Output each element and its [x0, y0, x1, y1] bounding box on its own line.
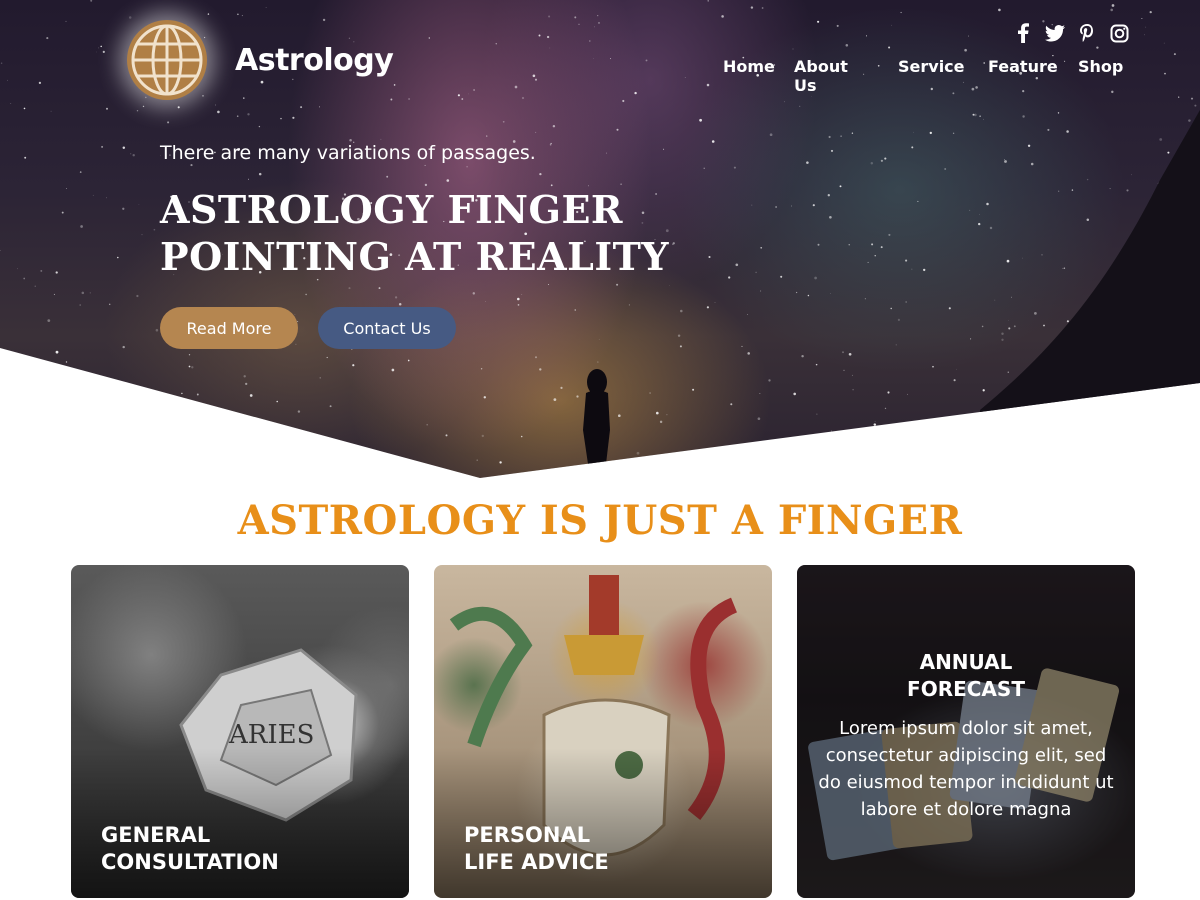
star	[968, 467, 970, 469]
star	[737, 446, 741, 450]
star	[115, 450, 118, 453]
star	[1127, 416, 1131, 419]
star	[1031, 437, 1034, 440]
star	[145, 425, 149, 429]
logo[interactable]: Astrology	[127, 20, 394, 100]
star	[1058, 412, 1062, 415]
star	[986, 438, 989, 441]
star	[830, 443, 832, 444]
star	[61, 368, 64, 371]
star	[1150, 432, 1153, 435]
brand-name: Astrology	[235, 42, 394, 78]
star	[253, 458, 254, 460]
card-title: Annual Forecast	[907, 650, 1025, 701]
card-general-consultation[interactable]: ARIES General Consultation	[71, 565, 409, 898]
star	[923, 460, 926, 463]
star	[263, 459, 266, 462]
facebook-icon[interactable]	[1012, 22, 1034, 44]
star	[97, 403, 99, 405]
card-title: Personal Life Advice	[464, 823, 609, 874]
star	[697, 455, 699, 458]
star	[0, 350, 2, 353]
instagram-icon[interactable]	[1108, 22, 1130, 44]
star	[693, 467, 695, 470]
star	[15, 394, 19, 398]
star	[1014, 428, 1016, 430]
star	[725, 453, 727, 455]
star	[151, 439, 154, 442]
star	[831, 432, 833, 435]
star	[850, 438, 853, 441]
star	[871, 434, 874, 438]
star	[1175, 404, 1178, 407]
nav-feature[interactable]: Feature	[988, 57, 1058, 76]
star	[1093, 435, 1096, 437]
star	[796, 442, 799, 445]
nav-home[interactable]: Home	[723, 57, 775, 76]
card-title: General Consultation	[101, 823, 279, 874]
star	[172, 462, 173, 464]
star	[26, 375, 29, 378]
hero-tagline: There are many variations of passages.	[160, 142, 536, 164]
star	[33, 403, 35, 404]
nav-shop[interactable]: Shop	[1078, 57, 1123, 76]
star	[828, 463, 831, 466]
star	[868, 430, 870, 432]
star	[285, 459, 288, 463]
star	[5, 462, 8, 465]
star	[429, 465, 432, 469]
star	[1181, 385, 1183, 387]
star	[924, 453, 927, 455]
hero-headline-line2: Pointing at Reality	[160, 234, 669, 279]
card-personal-life-advice[interactable]: Personal Life Advice	[434, 565, 772, 898]
pinterest-icon[interactable]	[1076, 22, 1098, 44]
read-more-button[interactable]: Read More	[160, 307, 298, 349]
star	[968, 473, 971, 476]
card-annual-forecast[interactable]: Annual Forecast Lorem ipsum dolor sit am…	[797, 565, 1135, 898]
card-description: Lorem ipsum dolor sit amet, consectetur …	[818, 718, 1114, 820]
star	[1060, 426, 1063, 429]
hero-headline: Astrology Finger Pointing at Reality	[160, 186, 680, 280]
star	[60, 375, 62, 377]
star	[847, 442, 850, 444]
star	[1068, 426, 1070, 429]
star	[172, 434, 175, 437]
hero-headline-line1: Astrology Finger	[160, 187, 623, 232]
star	[953, 420, 955, 422]
nav-about-us[interactable]: About Us	[794, 57, 848, 95]
twitter-icon[interactable]	[1044, 22, 1066, 44]
nav-service[interactable]: Service	[898, 57, 965, 76]
star	[770, 448, 773, 451]
star	[43, 399, 46, 403]
globe-icon	[127, 20, 207, 100]
star	[682, 469, 684, 471]
star	[163, 419, 167, 423]
person-silhouette	[583, 369, 610, 464]
star	[733, 458, 736, 462]
star	[118, 402, 120, 404]
star	[556, 472, 558, 474]
contact-us-button[interactable]: Contact Us	[318, 307, 456, 349]
star	[0, 441, 1, 443]
star	[763, 442, 765, 443]
star	[892, 449, 895, 452]
section-title: Astrology is just a finger	[237, 497, 963, 544]
star	[1018, 447, 1020, 450]
star	[1185, 407, 1187, 408]
star	[1173, 404, 1175, 406]
social-links	[1012, 22, 1130, 44]
star	[224, 464, 227, 466]
